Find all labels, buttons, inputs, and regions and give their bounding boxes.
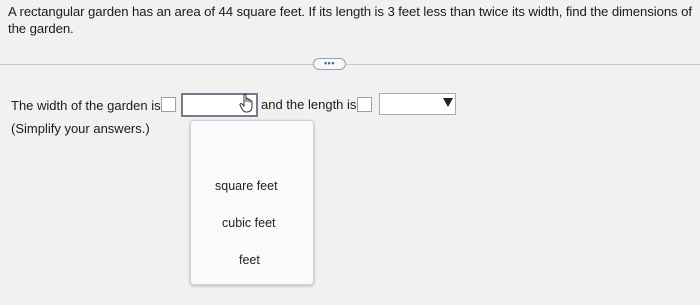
unit-dropdown-menu: square feet cubic feet feet [190,120,314,285]
triangle-down-icon [443,98,453,107]
instruction-text: (Simplify your answers.) [11,121,150,136]
question-text: A rectangular garden has an area of 44 s… [8,4,692,36]
length-label: and the length is [261,97,357,112]
width-value-input[interactable] [161,97,176,112]
length-unit-select[interactable] [379,93,456,115]
width-label: The width of the garden is [11,98,161,113]
option-feet[interactable]: feet [239,253,260,268]
length-value-input[interactable] [357,97,372,112]
hand-pointer-icon [239,93,253,113]
more-button[interactable]: ••• [313,58,346,70]
divider [0,64,700,65]
option-cubic-feet[interactable]: cubic feet [222,216,276,231]
option-square-feet[interactable]: square feet [215,179,278,194]
